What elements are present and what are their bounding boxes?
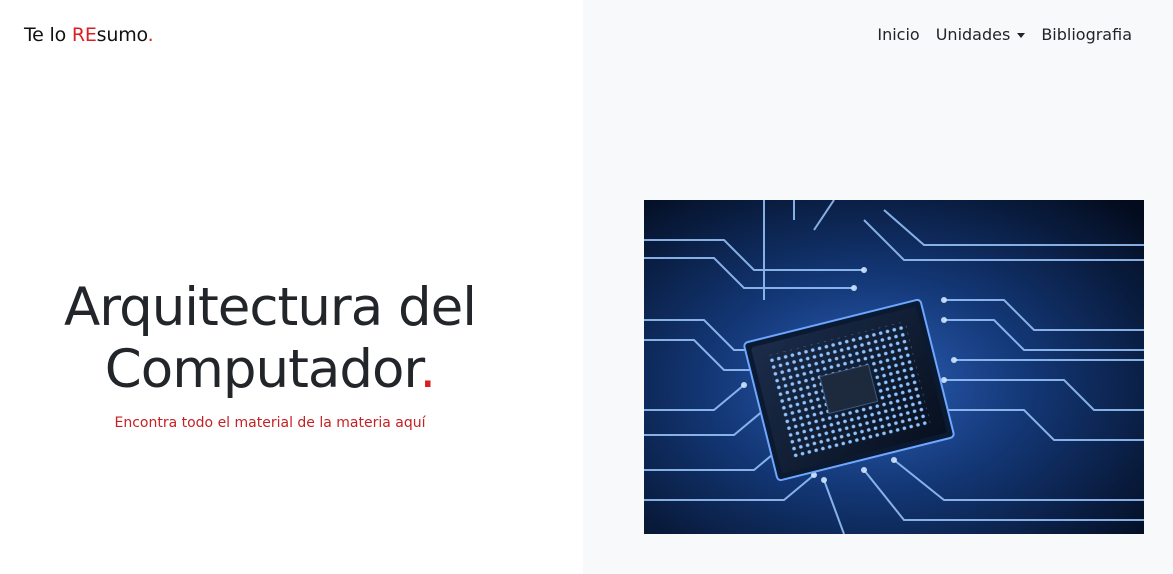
title-line-1: Arquitectura del [63, 277, 477, 338]
nav-item-unidades-dropdown[interactable]: Unidades [936, 25, 1026, 44]
brand-logo[interactable]: Te lo REsumo. [24, 24, 154, 46]
navbar: Inicio Unidades Bibliografia [877, 25, 1132, 44]
title-dot: . [419, 339, 436, 400]
brand-text-part3: sumo [96, 24, 148, 46]
nav-item-inicio[interactable]: Inicio [877, 25, 919, 44]
brand-dot: . [147, 24, 154, 46]
caret-down-icon [1017, 33, 1026, 38]
nav-item-bibliografia[interactable]: Bibliografia [1041, 25, 1132, 44]
nav-item-unidades-label: Unidades [935, 25, 1011, 44]
hero-image [644, 200, 1144, 534]
hero-subtitle: Encontra todo el material de la materia … [114, 415, 426, 431]
page-title: Arquitectura del Computador. [0, 277, 540, 401]
hero: Arquitectura del Computador. Encontra to… [0, 277, 540, 431]
title-line-2: Computador [104, 339, 421, 400]
circuit-board-image [644, 200, 1144, 534]
brand-text-part1: Te lo [24, 24, 72, 46]
brand-text-accent: RE [71, 24, 97, 46]
page: Te lo REsumo. Inicio Unidades Bibliograf… [0, 0, 1173, 574]
